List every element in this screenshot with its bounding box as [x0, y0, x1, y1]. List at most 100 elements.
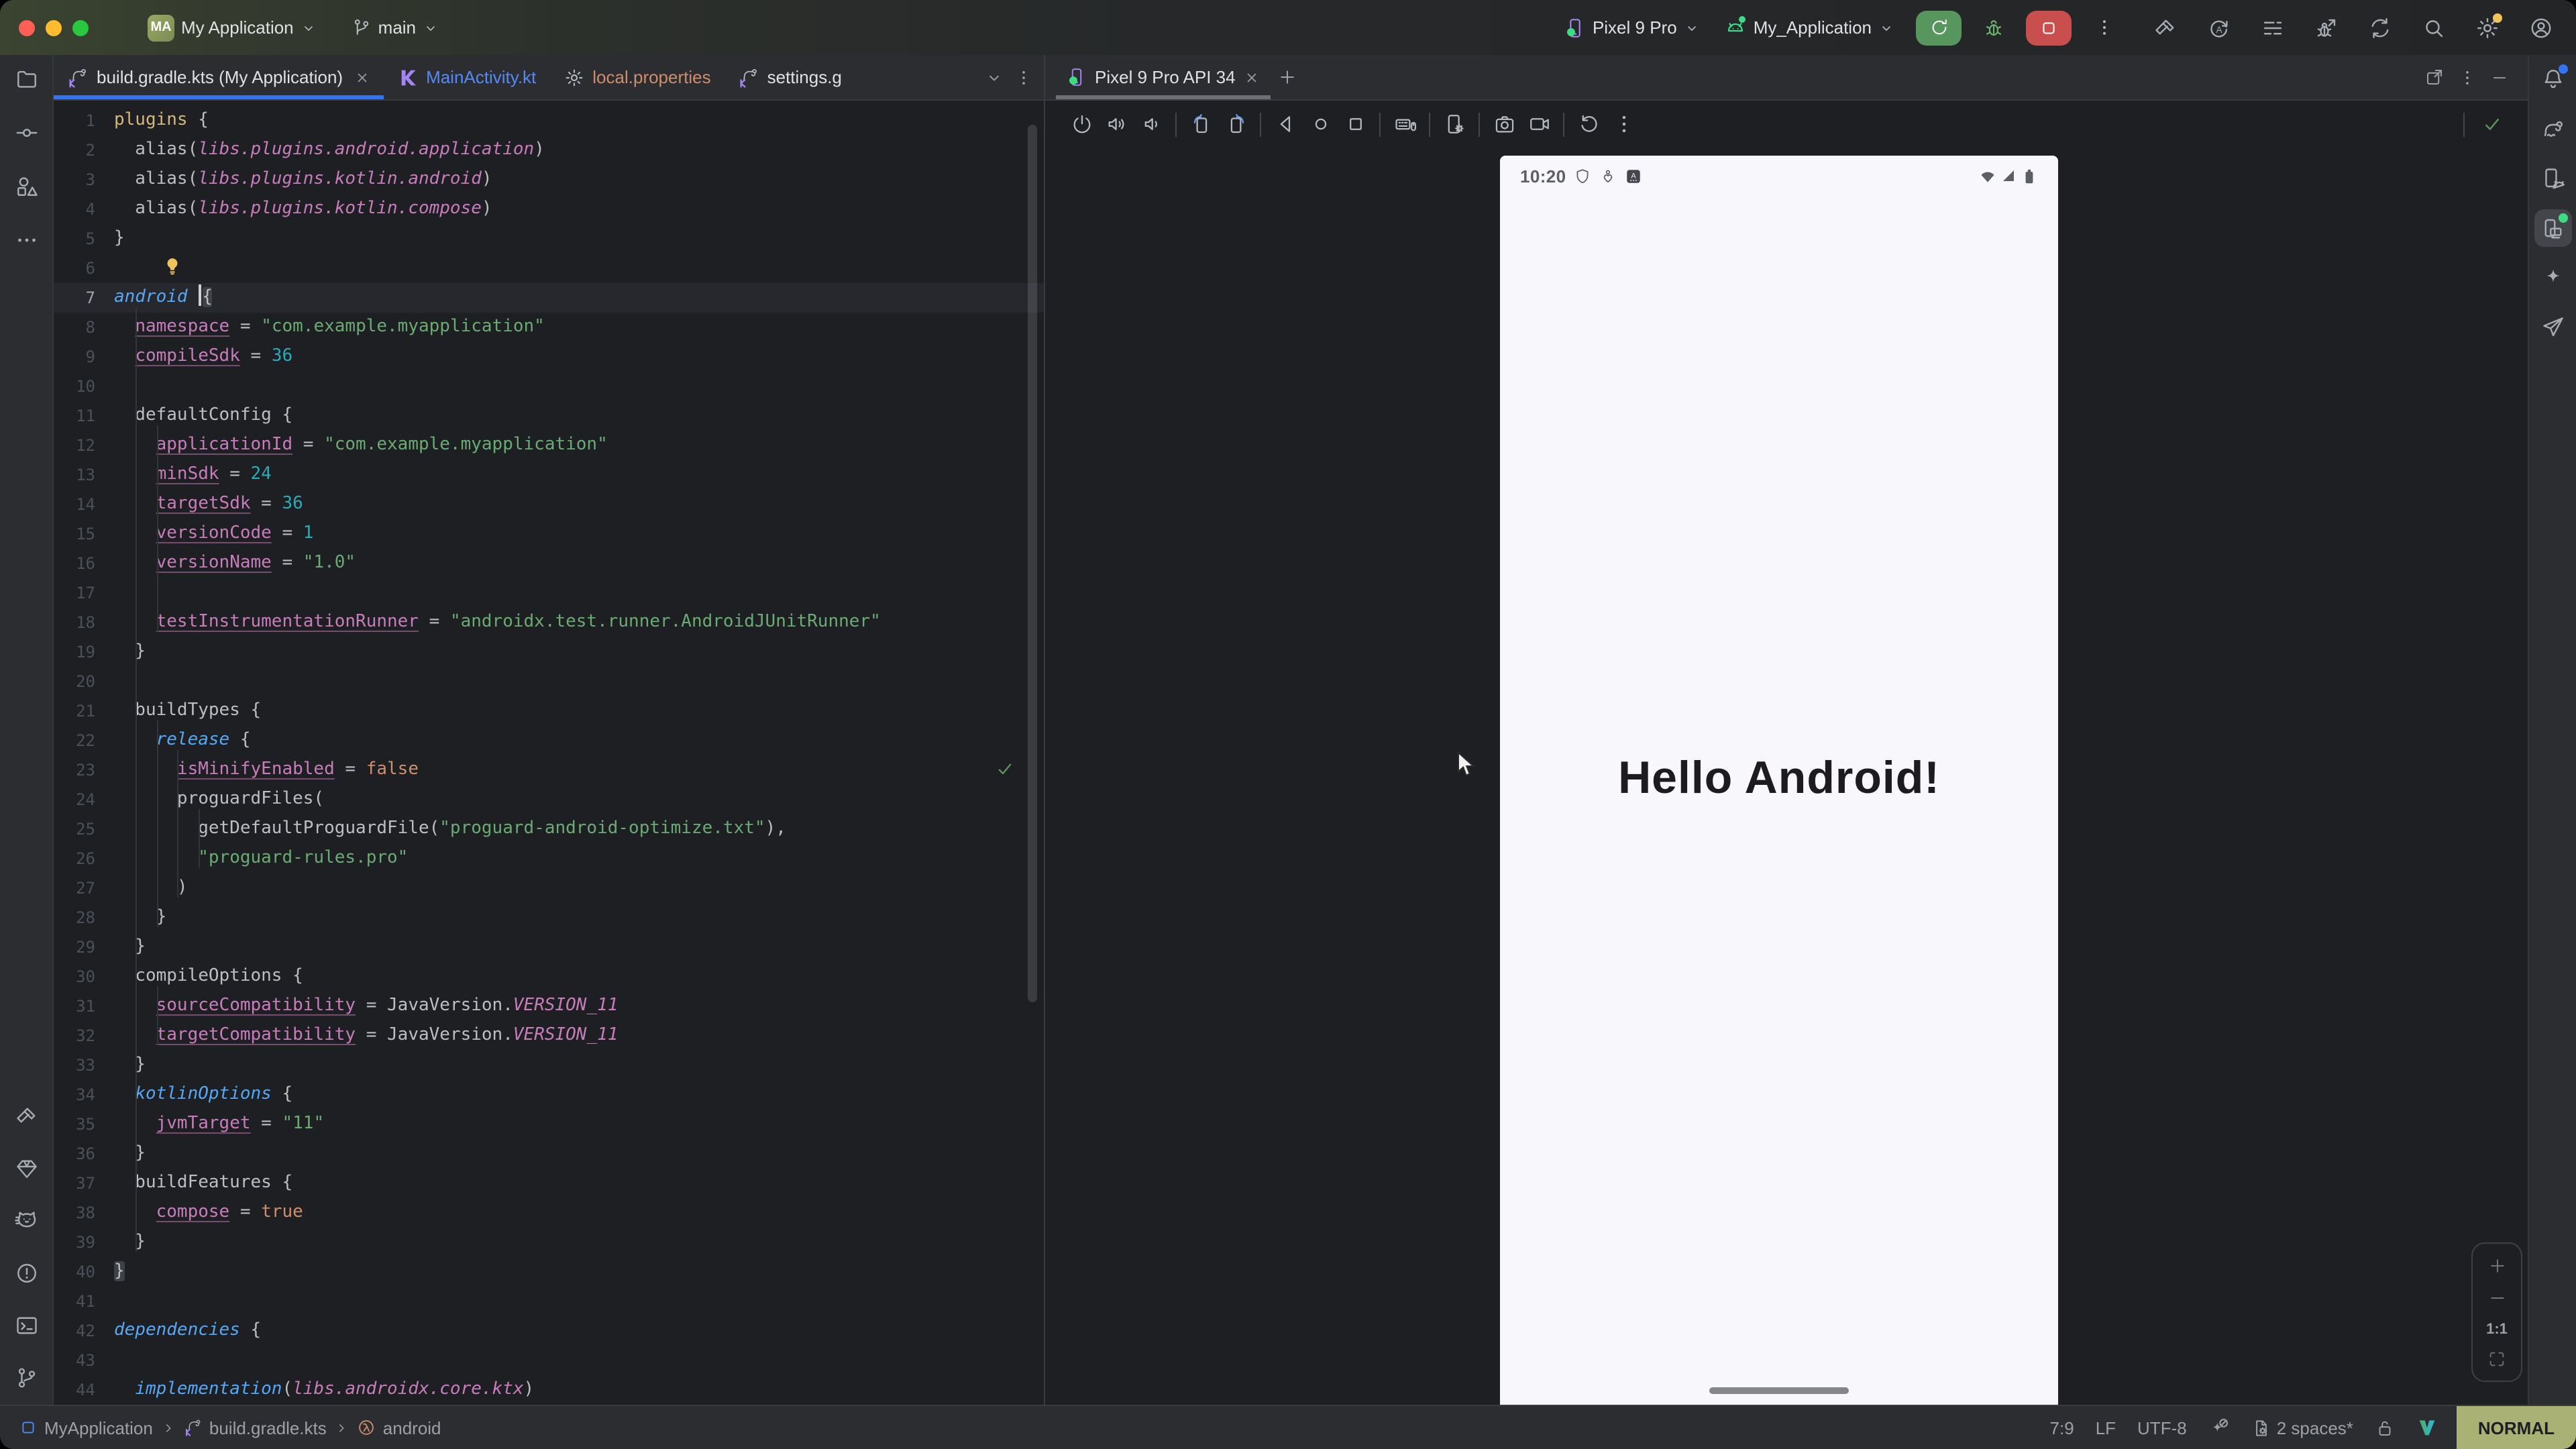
profiler-icon: [2261, 15, 2285, 40]
rotate-left-button[interactable]: [1183, 108, 1218, 140]
ui-check-button[interactable]: [2474, 108, 2509, 140]
breadcrumb-item[interactable]: build.gradle.kts: [184, 1417, 327, 1438]
problems-button[interactable]: [7, 1254, 45, 1292]
caret-position[interactable]: 7:9: [2050, 1417, 2074, 1438]
line-ending[interactable]: LF: [2096, 1417, 2116, 1438]
profiler-button[interactable]: [2254, 9, 2292, 46]
gradle-button[interactable]: [2534, 110, 2571, 148]
status-bar: MyApplication build.gradle.kts android 7:9…: [0, 1405, 2576, 1449]
editor-tab-2[interactable]: MainActivity.kt: [383, 55, 549, 99]
editor-scrollbar[interactable]: [1028, 125, 1037, 1002]
debug-button[interactable]: [1975, 10, 2012, 45]
rotate-right-button[interactable]: [1218, 108, 1253, 140]
breadcrumb-item[interactable]: MyApplication: [19, 1417, 153, 1438]
check-icon: [2481, 114, 2502, 134]
editor-tab-1[interactable]: build.gradle.kts (My Application): [54, 55, 383, 99]
open-in-window-icon[interactable]: [2424, 67, 2445, 87]
notifications-button[interactable]: [2534, 60, 2571, 98]
build-hammer-button[interactable]: [2147, 9, 2184, 46]
code-line-23: isMinifyEnabled = false: [114, 755, 1025, 785]
run-options-menu[interactable]: [2085, 10, 2123, 45]
indent-setting[interactable]: 2 spaces*: [2251, 1417, 2353, 1438]
device-tab[interactable]: Pixel 9 Pro API 34: [1056, 55, 1271, 99]
zoom-in-button[interactable]: [2487, 1256, 2507, 1276]
more-vertical-button[interactable]: [1606, 108, 1641, 140]
reset-button[interactable]: [1571, 108, 1606, 140]
device-settings-button[interactable]: [1437, 108, 1472, 140]
code-line-41: [114, 1287, 1025, 1316]
volume-up-button[interactable]: [1099, 108, 1134, 140]
ai-assistant-button[interactable]: [2534, 259, 2571, 297]
editor-tab-4[interactable]: settings.g: [724, 55, 855, 99]
emulator-screen[interactable]: 10:20 A Hello Android!: [1500, 156, 2058, 1405]
search-button[interactable]: [2415, 9, 2453, 46]
code-line-5: }: [114, 224, 1025, 254]
settings-button[interactable]: [2469, 9, 2506, 46]
text-caret: [198, 284, 201, 306]
code-editor[interactable]: 1234567891011121314151617181920212223242…: [54, 101, 1044, 1405]
power-button[interactable]: [1064, 108, 1099, 140]
back-button[interactable]: [1268, 108, 1303, 140]
run-configuration-selector[interactable]: My_Application: [1724, 16, 1894, 39]
zoom-reset-button[interactable]: 1:1: [2486, 1321, 2508, 1337]
panel-options-icon[interactable]: [2458, 68, 2477, 87]
android-studio-window: MA My Application main Pixel 9 Pro My_Ap…: [0, 0, 2576, 1449]
file-encoding[interactable]: UTF-8: [2137, 1417, 2187, 1438]
device-manager-button[interactable]: [2534, 160, 2571, 197]
minimize-window-button[interactable]: [46, 19, 62, 36]
overview-button[interactable]: [1338, 108, 1373, 140]
logcat-cat-button[interactable]: [7, 1202, 45, 1240]
build-hammer-button[interactable]: [7, 1097, 45, 1135]
breadcrumb-item[interactable]: android: [358, 1417, 441, 1438]
commit-button[interactable]: [7, 114, 45, 152]
account-button[interactable]: [2522, 9, 2560, 46]
tab-options-icon[interactable]: [1014, 68, 1033, 87]
git-branch-button[interactable]: [7, 1359, 45, 1397]
close-tab-icon: [354, 69, 370, 85]
rerun-icon: [1929, 17, 1949, 38]
close-window-button[interactable]: [19, 19, 35, 36]
attach-debugger-button[interactable]: [2308, 9, 2345, 46]
file-writable-icon[interactable]: [2375, 1417, 2395, 1438]
volume-down-icon: [1140, 113, 1163, 136]
vim-plugin-icon[interactable]: [2416, 1417, 2438, 1438]
stop-button[interactable]: [2026, 10, 2072, 45]
hide-panel-icon[interactable]: [2490, 68, 2509, 87]
screen-record-button[interactable]: [1521, 108, 1556, 140]
zoom-out-button[interactable]: [2487, 1289, 2507, 1309]
project-folder-button[interactable]: [7, 60, 45, 98]
ai-assistant-icon: [2540, 266, 2565, 290]
gemini-gem-button[interactable]: [7, 1150, 45, 1187]
code-line-21: buildTypes {: [114, 696, 1025, 726]
home-button[interactable]: [1303, 108, 1338, 140]
close-icon[interactable]: [1244, 69, 1260, 85]
code-line-39: }: [114, 1228, 1025, 1257]
ai-disabled-icon[interactable]: [2208, 1417, 2230, 1438]
gesture-navigation-bar[interactable]: [1709, 1387, 1849, 1394]
resource-manager-button[interactable]: [7, 168, 45, 205]
project-selector[interactable]: MA My Application: [148, 14, 317, 41]
right-tool-strip: [2528, 55, 2576, 1405]
volume-down-button[interactable]: [1134, 108, 1169, 140]
travel-button[interactable]: [2534, 309, 2571, 346]
maximize-window-button[interactable]: [72, 19, 89, 36]
add-device-tab-button[interactable]: [1271, 55, 1305, 99]
layout-inspector-button[interactable]: [2419, 108, 2454, 140]
keyboard-button[interactable]: [1387, 108, 1422, 140]
tab-list-chevron-icon[interactable]: [985, 68, 1004, 87]
fit-to-window-button[interactable]: [2487, 1350, 2506, 1368]
apply-changes-button[interactable]: A: [2200, 9, 2238, 46]
terminal-button[interactable]: [7, 1307, 45, 1344]
vcs-branch-selector[interactable]: main: [352, 17, 439, 38]
running-devices-button[interactable]: [2534, 209, 2571, 247]
more-horizontal-button[interactable]: [7, 221, 45, 259]
inspections-ok-icon[interactable]: [996, 117, 1014, 1405]
gradle-kts-icon: [67, 66, 89, 88]
editor-tab-3[interactable]: local.properties: [549, 55, 724, 99]
sync-gradle-button[interactable]: [2361, 9, 2399, 46]
vim-mode-badge[interactable]: NORMAL: [2457, 1405, 2576, 1449]
device-selector[interactable]: Pixel 9 Pro: [1564, 17, 1700, 38]
code-line-27: ): [114, 873, 1025, 903]
rerun-button[interactable]: [1916, 10, 1962, 45]
screenshot-button[interactable]: [1487, 108, 1521, 140]
